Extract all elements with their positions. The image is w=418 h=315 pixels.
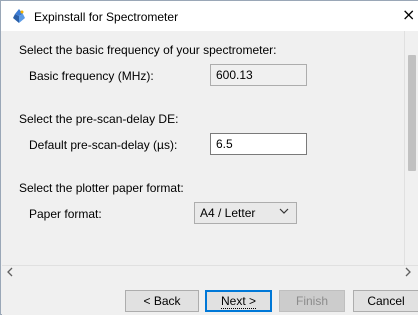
paper-format-label: Paper format: [29, 207, 102, 221]
title-bar[interactable]: Expinstall for Spectrometer × [1, 1, 418, 31]
basic-frequency-field[interactable]: 600.13 [210, 64, 307, 86]
basic-frequency-heading: Select the basic frequency of your spect… [19, 43, 277, 57]
scroll-right-arrow-icon[interactable] [404, 266, 412, 281]
vertical-scrollbar[interactable] [404, 31, 418, 265]
pre-scan-delay-heading: Select the pre-scan-delay DE: [19, 112, 179, 126]
paper-format-selected-value: A4 / Letter [200, 206, 256, 220]
finish-button[interactable]: Finish [279, 290, 345, 312]
window-title: Expinstall for Spectrometer [34, 10, 179, 24]
vertical-scroll-thumb[interactable] [408, 55, 416, 171]
basic-frequency-label: Basic frequency (MHz): [29, 69, 154, 83]
scroll-left-arrow-icon[interactable] [6, 266, 14, 281]
close-icon[interactable]: × [402, 1, 418, 31]
pre-scan-delay-field[interactable]: 6.5 [210, 133, 307, 155]
horizontal-scrollbar[interactable] [2, 265, 418, 281]
paper-format-heading: Select the plotter paper format: [19, 181, 184, 195]
spectrometer-app-icon [11, 8, 27, 24]
chevron-down-icon [279, 206, 289, 219]
wizard-page[interactable]: Select the basic frequency of your spect… [2, 31, 404, 265]
wizard-window: Expinstall for Spectrometer × Select the… [0, 0, 418, 315]
cancel-button[interactable]: Cancel [353, 290, 418, 312]
back-button[interactable]: < Back [125, 290, 199, 312]
next-button-label: Next > [220, 294, 256, 309]
pre-scan-delay-label: Default pre-scan-delay (µs): [29, 138, 178, 152]
next-button[interactable]: Next > [205, 290, 272, 312]
wizard-footer: < Back Next > Finish Cancel [2, 281, 418, 315]
paper-format-select[interactable]: A4 / Letter [194, 202, 297, 224]
